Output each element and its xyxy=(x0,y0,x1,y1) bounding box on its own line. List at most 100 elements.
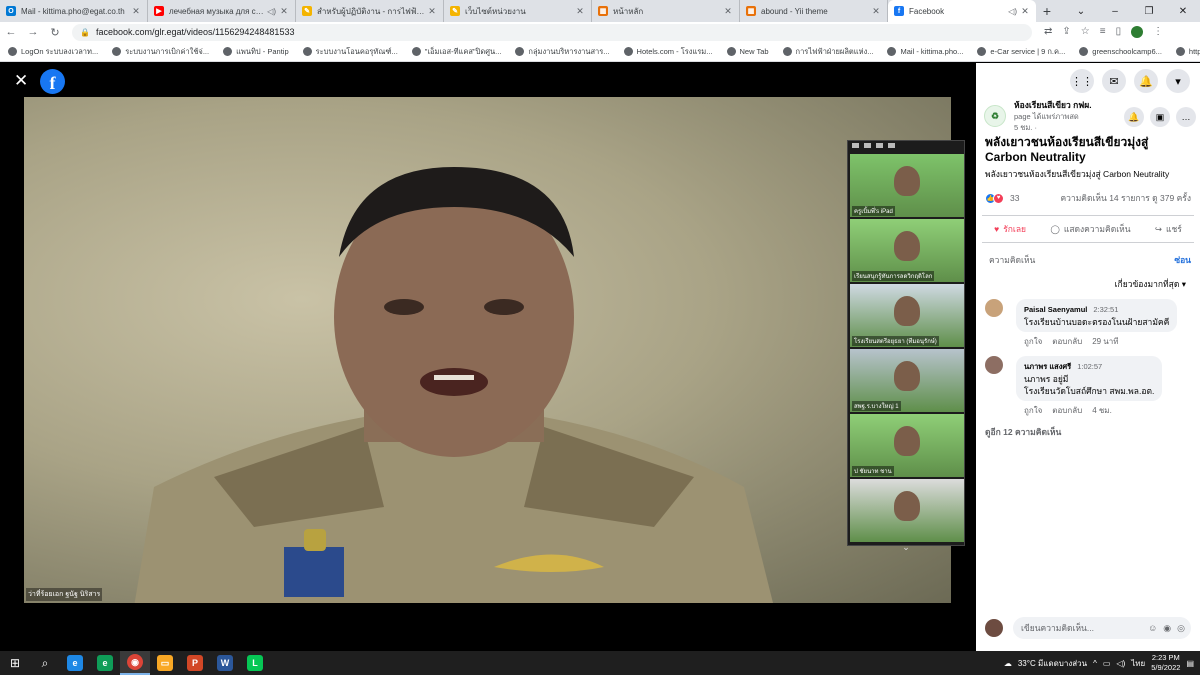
translate-icon[interactable]: ⇄ xyxy=(1044,26,1052,38)
browser-tab[interactable]: O Mail - kittima.pho@egat.co.th ✕ xyxy=(0,0,148,22)
participant-thumbnail[interactable]: สพฐ.ร.บางใหญ่ 1 xyxy=(850,349,964,412)
comment-input[interactable]: เขียนความคิดเห็น... ☺ ◉ ◎ xyxy=(1013,617,1191,639)
browser-tab[interactable]: ▶ лечебная музыка для серд ◁) ✕ xyxy=(148,0,296,22)
close-icon[interactable]: ✕ xyxy=(14,71,28,91)
tab-close-icon[interactable]: ✕ xyxy=(723,6,733,17)
tab-close-icon[interactable]: ✕ xyxy=(871,6,881,17)
tray-chevron-icon[interactable]: ^ xyxy=(1093,659,1097,668)
chrome-icon[interactable]: ◉ xyxy=(120,651,150,675)
commenter-avatar[interactable] xyxy=(985,356,1003,374)
comment-video-time[interactable]: 1:02:57 xyxy=(1077,362,1102,371)
comment-age[interactable]: 29 นาที xyxy=(1092,335,1118,348)
notification-center-icon[interactable]: ▤ xyxy=(1186,659,1194,668)
view-more-comments[interactable]: ดูอีก 12 ความคิดเห็น xyxy=(976,425,1200,439)
bookmark-item[interactable]: แพนทิป - Pantip xyxy=(223,46,289,58)
search-icon[interactable]: ⌕ xyxy=(30,651,60,675)
forward-button[interactable]: → xyxy=(22,26,44,38)
reactions-icons[interactable]: 👍 ♥ xyxy=(985,192,1004,204)
comments-views[interactable]: ความคิดเห็น 14 รายการ ดู 379 ครั้ง xyxy=(1060,191,1191,205)
participant-thumbnail[interactable]: เรียนสนุกรู้ทันการลดวิกฤติโลก xyxy=(850,219,964,282)
tab-close-icon[interactable]: ✕ xyxy=(131,6,141,17)
new-tab-button[interactable]: + xyxy=(1036,0,1058,22)
file-explorer-icon[interactable]: ▭ xyxy=(150,651,180,675)
participant-thumbnail[interactable]: ป ชัยนาท ชาน xyxy=(850,414,964,477)
clock[interactable]: 2:23 PM 5/9/2022 xyxy=(1151,653,1180,673)
address-bar[interactable]: 🔒 facebook.com/glr.egat/videos/115629424… xyxy=(72,23,1032,41)
star-icon[interactable]: ☆ xyxy=(1081,26,1090,38)
windows-start-icon[interactable]: ⊞ xyxy=(0,651,30,675)
chevron-down-icon[interactable]: ⌄ xyxy=(848,542,964,552)
profile-avatar[interactable] xyxy=(1131,26,1144,38)
chevron-down-icon[interactable]: ⌄ xyxy=(1064,6,1098,17)
apps-menu-icon[interactable]: ⋮⋮ xyxy=(1070,69,1094,93)
tab-close-icon[interactable]: ✕ xyxy=(575,6,585,17)
bookmark-item[interactable]: กลุ่มงานบริหารงานสาร... xyxy=(515,46,610,58)
tab-audio-icon[interactable]: ◁) xyxy=(267,7,276,16)
browser-tab[interactable]: ▦ abound - Yii theme ✕ xyxy=(740,0,888,22)
share-button[interactable]: ↪ แชร์ xyxy=(1155,222,1182,236)
love-button[interactable]: ♥ รักเลย xyxy=(994,222,1026,236)
bookmark-item[interactable]: การไฟฟ้าฝ่ายผลิตแห่ง... xyxy=(782,46,873,58)
sticker-icon[interactable]: ◎ xyxy=(1177,623,1185,634)
language-indicator[interactable]: ไทย xyxy=(1131,657,1145,670)
browser-tab[interactable]: ▦ หน้าหลัก ✕ xyxy=(592,0,740,22)
gallery-icon[interactable] xyxy=(876,143,883,148)
tab-close-icon[interactable]: ✕ xyxy=(427,6,437,17)
notifications-icon[interactable]: 🔔 xyxy=(1134,69,1158,93)
more-options-icon[interactable]: … xyxy=(1176,107,1196,127)
weather-text[interactable]: 33°C มีแดดบางส่วน xyxy=(1018,657,1087,670)
save-icon[interactable]: ▣ xyxy=(1150,107,1170,127)
tab-close-icon[interactable]: ✕ xyxy=(1020,6,1030,17)
facebook-logo-icon[interactable]: f xyxy=(40,69,65,94)
commenter-name[interactable]: นภาพร แสงศรี xyxy=(1024,362,1071,371)
reload-button[interactable]: ↻ xyxy=(44,26,66,39)
page-name[interactable]: ห้องเรียนสีเขียว กฟผ. xyxy=(1014,100,1092,111)
browser-tab[interactable]: ✎ สำหรับผู้ปฏิบัติงาน - การไฟฟ้าฝ่ายผลิ✕ xyxy=(296,0,444,22)
bookmark-item[interactable]: New Tab xyxy=(726,47,769,56)
bookmark-item[interactable]: Hotels.com - โรงแรม... xyxy=(623,46,713,58)
media-icon[interactable]: ≡ xyxy=(1100,26,1106,38)
browser-tab[interactable]: f Facebook ◁) ✕ xyxy=(888,0,1036,22)
gallery-icon[interactable] xyxy=(888,143,895,148)
gallery-icon[interactable] xyxy=(852,143,859,148)
bookmark-item[interactable]: ระบบงานโอนคอรุทัณฑ์... xyxy=(302,46,398,58)
commenter-name[interactable]: Paisal Saenyamul xyxy=(1024,305,1087,314)
comment-like-button[interactable]: ถูกใจ xyxy=(1024,404,1042,417)
participant-thumbnail[interactable] xyxy=(850,479,964,542)
participant-thumbnail[interactable]: ครูเบิ้มพี่'s iPad xyxy=(850,154,964,217)
browser-tab[interactable]: ✎ เว็บไซต์หน่วยงาน ✕ xyxy=(444,0,592,22)
bookmark-item[interactable]: https://ssolb.egat.c... xyxy=(1175,47,1200,56)
minimize-button[interactable]: – xyxy=(1098,6,1132,17)
comment-reply-button[interactable]: ตอบกลับ xyxy=(1052,404,1082,417)
bookmark-item[interactable]: "เอ็มเอส-ทีแคส"ปิดศูน... xyxy=(411,46,501,58)
network-icon[interactable]: ▭ xyxy=(1103,659,1111,668)
camera-icon[interactable]: ◉ xyxy=(1163,623,1171,634)
comment-button[interactable]: ◯ แสดงความคิดเห็น xyxy=(1050,222,1130,236)
hide-comments-link[interactable]: ซ่อน xyxy=(1174,253,1191,267)
volume-icon[interactable]: ◁) xyxy=(1116,659,1125,668)
gallery-icon[interactable] xyxy=(864,143,871,148)
word-icon[interactable]: W xyxy=(210,651,240,675)
sidebar-icon[interactable]: ▯ xyxy=(1116,26,1122,38)
edge-icon[interactable]: e xyxy=(90,651,120,675)
share-icon[interactable]: ⇪ xyxy=(1062,26,1070,38)
reaction-count[interactable]: 33 xyxy=(1010,193,1019,203)
close-window-button[interactable]: ✕ xyxy=(1166,6,1200,17)
ie-icon[interactable]: e xyxy=(60,651,90,675)
tab-audio-icon[interactable]: ◁) xyxy=(1008,7,1017,16)
bell-icon[interactable]: 🔔 xyxy=(1124,107,1144,127)
bookmark-item[interactable]: e-Car service | 9 ก.ค... xyxy=(977,46,1065,58)
comment-video-time[interactable]: 2:32:51 xyxy=(1093,305,1118,314)
bookmark-item[interactable]: greenschoolcamp6... xyxy=(1079,47,1162,56)
menu-icon[interactable]: ⋮ xyxy=(1153,26,1163,38)
comment-sort-dropdown[interactable]: เกี่ยวข้องมากที่สุด ▾ xyxy=(976,277,1200,291)
comment-reply-button[interactable]: ตอบกลับ xyxy=(1052,335,1082,348)
maximize-button[interactable]: ❐ xyxy=(1132,6,1166,17)
bookmark-item[interactable]: ระบบงานการเบิกค่าใช้จ่... xyxy=(112,46,209,58)
emoji-icon[interactable]: ☺ xyxy=(1148,623,1157,634)
video-player[interactable]: ว่าที่ร้อยเอก ฐนัฐ นิริสาร xyxy=(24,97,951,603)
account-menu-icon[interactable]: ▾ xyxy=(1166,69,1190,93)
commenter-avatar[interactable] xyxy=(985,299,1003,317)
tab-close-icon[interactable]: ✕ xyxy=(279,6,289,17)
bookmark-item[interactable]: Mail - kittima.pho... xyxy=(887,47,963,56)
